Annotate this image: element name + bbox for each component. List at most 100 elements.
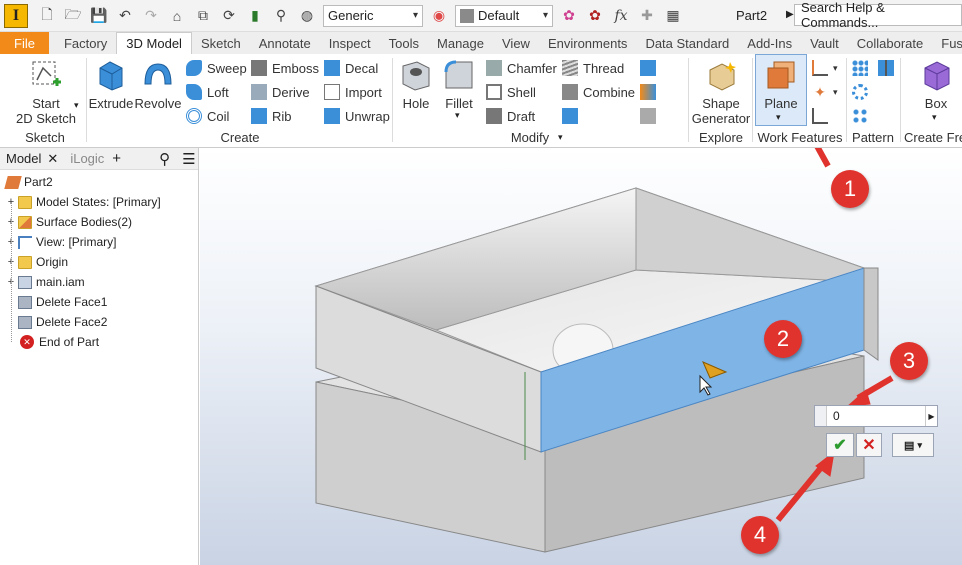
ilogic-icon[interactable]: ▦ <box>663 6 683 26</box>
chevron-down-icon[interactable]: ▾ <box>455 110 460 121</box>
chevron-down-icon[interactable]: ▾ <box>776 112 781 123</box>
delete-face-button[interactable] <box>640 108 661 124</box>
sweep-button[interactable]: Sweep <box>186 60 247 76</box>
tab-factory[interactable]: Factory <box>55 32 116 54</box>
shape-generator-button[interactable]: Shape Generator <box>690 58 752 126</box>
chevron-down-icon[interactable]: ▾ <box>932 112 937 123</box>
tab-inspect[interactable]: Inspect <box>320 32 380 54</box>
appearance-select[interactable]: Default ▾ <box>455 4 553 27</box>
tree-item-end-of-part[interactable]: ✕ End of Part <box>20 332 99 352</box>
chevron-right-icon[interactable]: ▶ <box>786 9 794 20</box>
start-2d-sketch-button[interactable]: Start 2D Sketch <box>12 58 80 126</box>
tab-environments[interactable]: Environments <box>539 32 636 54</box>
tree-item-delete-face2[interactable]: Delete Face2 <box>18 312 107 332</box>
home-icon[interactable]: ⌂ <box>167 6 187 26</box>
copy-object-button[interactable] <box>640 84 661 100</box>
tab-manage[interactable]: Manage <box>428 32 493 54</box>
material-select[interactable]: Generic ▾ <box>323 4 423 27</box>
unwrap-button[interactable]: Unwrap <box>324 108 390 124</box>
menu-icon[interactable]: ☰ <box>182 150 195 168</box>
adjust-appearance-icon[interactable]: ✿ <box>559 6 579 26</box>
options-menu-button[interactable]: ▤ ▾ <box>892 433 934 457</box>
plane-button[interactable]: Plane <box>757 58 805 111</box>
fx-icon[interactable]: fx <box>611 6 631 26</box>
split-button[interactable] <box>562 108 583 124</box>
chevron-down-icon[interactable]: ▾ <box>558 132 563 143</box>
clear-appearance-icon[interactable]: ✿ <box>585 6 605 26</box>
direct-edit-button[interactable] <box>640 60 661 76</box>
combine-button[interactable]: Combine <box>562 84 635 100</box>
panel-title-modify[interactable]: Modify <box>470 130 590 145</box>
add-tab-icon[interactable]: + <box>112 150 121 167</box>
tab-annotate[interactable]: Annotate <box>250 32 320 54</box>
chamfer-button[interactable]: Chamfer <box>486 60 557 76</box>
rib-button[interactable]: Rib <box>251 108 292 124</box>
new-file-icon[interactable]: 🗋 <box>37 6 57 26</box>
book-icon[interactable]: ▮ <box>245 6 265 26</box>
cancel-button[interactable]: ✕ <box>856 433 882 457</box>
tab-file[interactable]: File <box>0 32 49 54</box>
add-icon[interactable]: ✚ <box>637 6 657 26</box>
decal-button[interactable]: Decal <box>324 60 378 76</box>
tree-item-part[interactable]: Part2 <box>4 172 53 192</box>
offset-value-input[interactable]: 0 ▶ <box>814 405 938 427</box>
visual-style-icon[interactable]: ◍ <box>297 6 317 26</box>
work-axis-button[interactable]: ▾ <box>812 60 838 76</box>
tree-item-view[interactable]: + View: [Primary] <box>6 232 117 252</box>
app-logo[interactable]: I <box>4 3 28 28</box>
graphics-viewport[interactable]: 1 2 3 4 <box>200 148 962 565</box>
tab-collaborate[interactable]: Collaborate <box>848 32 933 54</box>
ucs-button[interactable] <box>812 108 833 124</box>
tree-item-main-iam[interactable]: + main.iam <box>6 272 85 292</box>
box-button[interactable]: Box <box>912 58 960 111</box>
tab-sketch[interactable]: Sketch <box>192 32 250 54</box>
circ-pattern-button[interactable] <box>852 84 873 100</box>
mirror-button[interactable] <box>878 60 899 76</box>
color-wheel-icon[interactable]: ◉ <box>429 6 449 26</box>
import-button[interactable]: Import <box>324 84 382 100</box>
redo-icon[interactable]: ↷ <box>141 6 161 26</box>
work-point-button[interactable]: ✦ ▾ <box>812 84 837 100</box>
fillet-button[interactable]: Fillet <box>440 58 478 111</box>
grip-handle[interactable] <box>815 406 827 426</box>
offset-value[interactable]: 0 <box>827 409 925 423</box>
chevron-down-icon[interactable]: ▾ <box>74 100 79 111</box>
tree-item-surface-bodies[interactable]: + Surface Bodies(2) <box>6 212 132 232</box>
tab-add-ins[interactable]: Add-Ins <box>738 32 801 54</box>
update-icon[interactable]: ⟳ <box>219 6 239 26</box>
tree-item-model-states[interactable]: + Model States: [Primary] <box>6 192 161 212</box>
draft-button[interactable]: Draft <box>486 108 535 124</box>
tab-model[interactable]: Model ✕ <box>0 151 64 167</box>
emboss-button[interactable]: Emboss <box>251 60 319 76</box>
shell-button[interactable]: Shell <box>486 84 536 100</box>
tab-vault[interactable]: Vault <box>801 32 848 54</box>
thread-button[interactable]: Thread <box>562 60 624 76</box>
extrude-button[interactable]: Extrude <box>89 58 133 111</box>
tab-ilogic[interactable]: iLogic <box>64 151 110 166</box>
save-icon[interactable]: 💾 <box>89 6 109 26</box>
tab-data-standard[interactable]: Data Standard <box>636 32 738 54</box>
select-filter-icon[interactable]: ⚲ <box>271 6 291 26</box>
undo-icon[interactable]: ↶ <box>115 6 135 26</box>
coil-button[interactable]: Coil <box>186 108 229 124</box>
revolve-button[interactable]: Revolve <box>135 58 181 111</box>
close-icon[interactable]: ✕ <box>47 151 58 167</box>
hole-button[interactable]: Hole <box>396 58 436 111</box>
derive-button[interactable]: Derive <box>251 84 310 100</box>
window-icon[interactable]: ⧉ <box>193 6 213 26</box>
ok-button[interactable]: ✔ <box>826 433 854 457</box>
open-folder-icon[interactable]: 🗁 <box>63 6 83 26</box>
tab-3d-model[interactable]: 3D Model <box>116 32 192 54</box>
tab-view[interactable]: View <box>493 32 539 54</box>
chevron-right-icon[interactable]: ▶ <box>925 406 937 426</box>
tab-tools[interactable]: Tools <box>380 32 428 54</box>
loft-button[interactable]: Loft <box>186 84 229 100</box>
tab-fusion[interactable]: Fusion <box>932 32 962 54</box>
shape-generator-label: Shape Generator <box>691 96 751 126</box>
search-icon[interactable]: ⚲ <box>159 150 170 168</box>
tree-item-origin[interactable]: + Origin <box>6 252 68 272</box>
search-help-box[interactable]: Search Help & Commands... <box>794 0 962 30</box>
sketch-pattern-button[interactable] <box>852 108 873 124</box>
tree-item-delete-face1[interactable]: Delete Face1 <box>18 292 107 312</box>
rect-pattern-button[interactable] <box>852 60 873 76</box>
